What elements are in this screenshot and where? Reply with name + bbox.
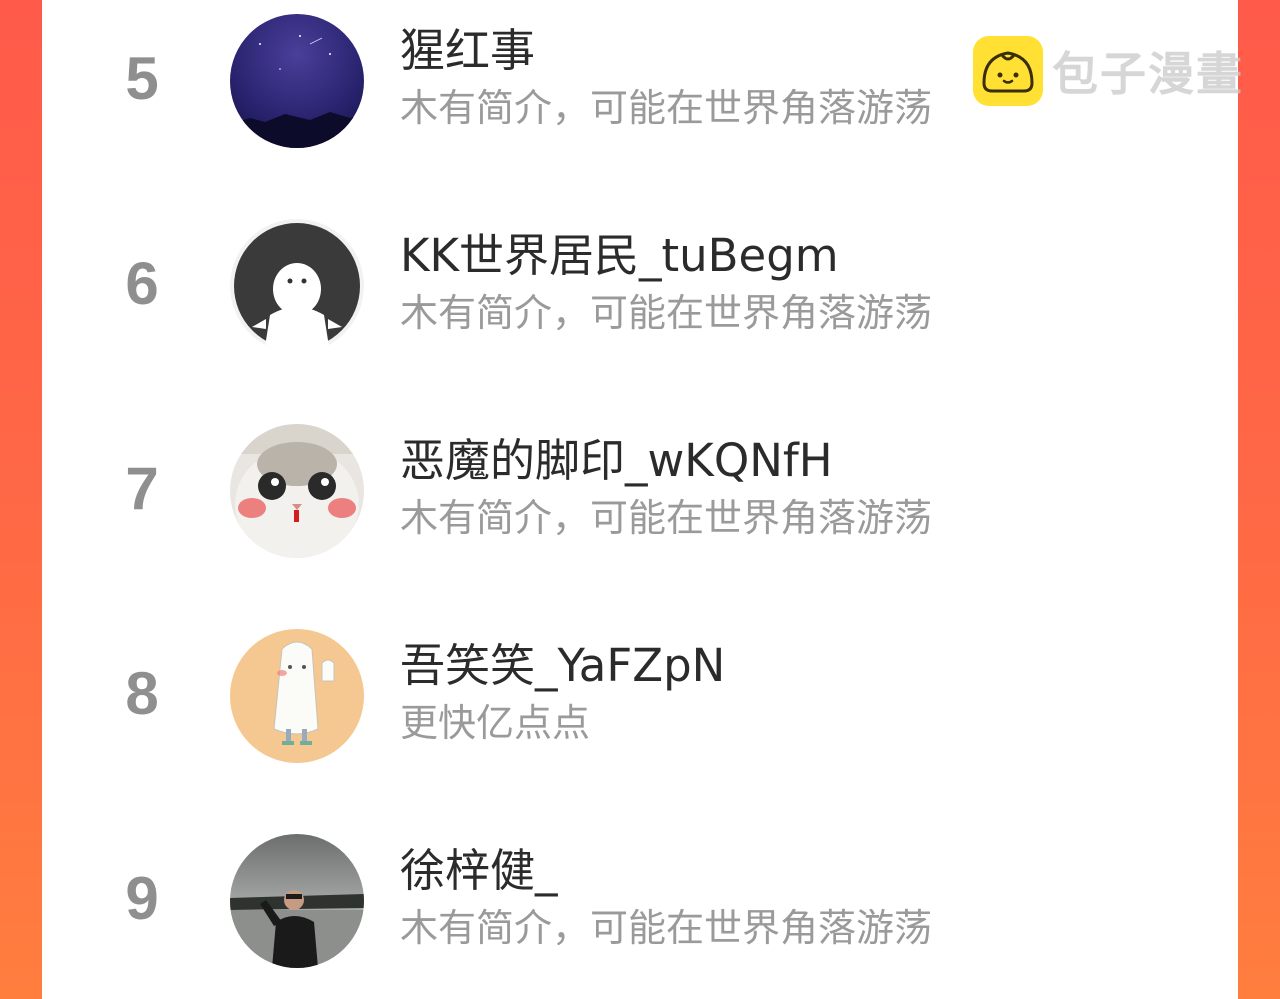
user-name[interactable]: 猩红事 <box>400 22 535 80</box>
bun-logo-icon <box>973 36 1043 106</box>
default-ghost-avatar[interactable] <box>230 219 364 353</box>
outdoor-photo-avatar[interactable] <box>230 834 364 968</box>
night-sky-avatar[interactable] <box>230 14 364 148</box>
rank-number: 7 <box>125 455 159 522</box>
ranking-row[interactable]: 6 KK世界居民_tuBegm 木有简介，可能在世界角落游荡 <box>42 211 1238 353</box>
user-bio: 木有简介，可能在世界角落游荡 <box>400 496 933 540</box>
user-name[interactable]: 恶魔的脚印_wKQNfH <box>400 432 833 490</box>
user-bio: 更快亿点点 <box>400 701 591 745</box>
user-name[interactable]: 吾笑笑_YaFZpN <box>400 637 725 695</box>
user-bio: 木有简介，可能在世界角落游荡 <box>400 86 933 130</box>
watermark-text: 包子漫畫 <box>1052 47 1244 101</box>
ranking-row[interactable]: 7 恶魔的脚印_wKQNfH 木有简介，可能在世界角落游荡 <box>42 416 1238 558</box>
user-name[interactable]: 徐梓健_ <box>400 842 558 900</box>
user-bio: 木有简介，可能在世界角落游荡 <box>400 291 933 335</box>
rank-number: 5 <box>125 45 159 112</box>
sheet-ghost-avatar[interactable] <box>230 629 364 763</box>
ranking-panel: 5 猩红事 木有简介，可能在世界角落游荡 6 KK世界居民_tuBegm 木有简… <box>42 0 1238 999</box>
user-name[interactable]: KK世界居民_tuBegm <box>400 227 839 285</box>
rank-number: 8 <box>125 660 159 727</box>
ranking-row[interactable]: 8 吾笑笑_YaFZpN 更快亿点点 <box>42 621 1238 763</box>
watermark: 包子漫畫 <box>972 34 1244 108</box>
ranking-row[interactable]: 9 徐梓健_ 木有简介，可能在世界角落游荡 <box>42 826 1238 968</box>
rank-number: 6 <box>125 250 159 317</box>
rank-number: 9 <box>125 865 159 932</box>
user-bio: 木有简介，可能在世界角落游荡 <box>400 906 933 950</box>
cat-face-avatar[interactable] <box>230 424 364 558</box>
